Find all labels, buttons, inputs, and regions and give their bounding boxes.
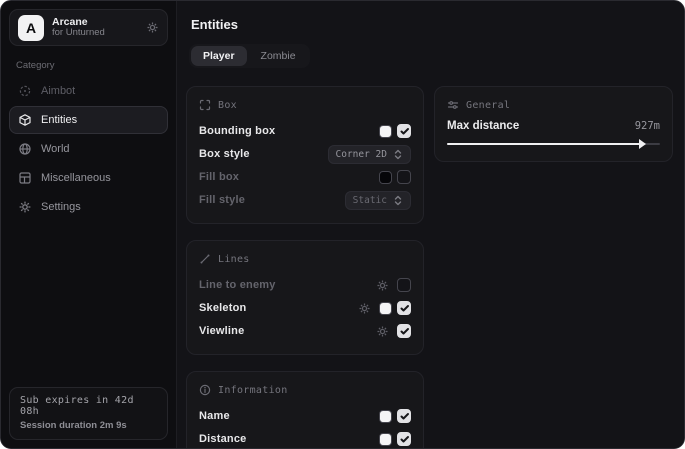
entities-cube-icon bbox=[18, 113, 32, 127]
session-duration-text: Session duration 2m 9s bbox=[20, 420, 157, 431]
sidebar-item-aimbot[interactable]: Aimbot bbox=[9, 77, 168, 105]
row-label: Line to enemy bbox=[199, 279, 376, 291]
bounding-box-checkbox[interactable] bbox=[397, 124, 411, 138]
check-icon bbox=[399, 326, 410, 336]
distance-checkbox[interactable] bbox=[397, 432, 411, 446]
select-value: Corner 2D bbox=[336, 149, 387, 160]
row-label: Fill box bbox=[199, 171, 379, 183]
chevrons-up-down-icon bbox=[393, 149, 403, 160]
line-settings-gear-icon[interactable] bbox=[376, 279, 389, 292]
sidebar-item-label: World bbox=[41, 143, 70, 155]
name-checkbox[interactable] bbox=[397, 409, 411, 423]
subscription-status-card: Sub expires in 42d 08h Session duration … bbox=[9, 387, 168, 440]
main-content: Entities Player Zombie Box bbox=[177, 1, 685, 448]
sliders-icon bbox=[447, 99, 459, 111]
row-fill-box: Fill box bbox=[199, 166, 411, 188]
line-to-enemy-checkbox[interactable] bbox=[397, 278, 411, 292]
sidebar-item-entities[interactable]: Entities bbox=[9, 106, 168, 134]
brand-text: Arcane for Unturned bbox=[52, 16, 138, 39]
information-card: Information Name Distance bbox=[186, 371, 424, 449]
card-title: Information bbox=[218, 385, 288, 396]
row-label: Fill style bbox=[199, 194, 345, 206]
box-style-select[interactable]: Corner 2D bbox=[328, 145, 411, 164]
viewline-settings-gear-icon[interactable] bbox=[376, 325, 389, 338]
skeleton-checkbox[interactable] bbox=[397, 301, 411, 315]
chevrons-up-down-icon bbox=[393, 195, 403, 206]
check-icon bbox=[399, 434, 410, 444]
row-label: Skeleton bbox=[199, 302, 358, 314]
max-distance-label: Max distance bbox=[447, 120, 635, 132]
app-logo: A bbox=[18, 15, 44, 41]
card-title: Box bbox=[218, 100, 237, 111]
slider-thumb[interactable] bbox=[639, 139, 646, 149]
info-icon bbox=[199, 384, 211, 396]
entity-tabs: Player Zombie bbox=[189, 44, 310, 68]
row-bounding-box: Bounding box bbox=[199, 120, 411, 142]
row-max-distance: Max distance 927m bbox=[447, 120, 660, 132]
sub-expiry-text: Sub expires in 42d 08h bbox=[20, 395, 157, 417]
select-value: Static bbox=[353, 195, 387, 206]
color-swatch[interactable] bbox=[379, 433, 392, 446]
check-icon bbox=[399, 126, 410, 136]
sidebar-item-label: Miscellaneous bbox=[41, 172, 111, 184]
row-distance: Distance bbox=[199, 428, 411, 449]
tab-player[interactable]: Player bbox=[191, 46, 247, 66]
box-card: Box Bounding box Box style bbox=[186, 86, 424, 224]
check-icon bbox=[399, 303, 410, 313]
color-swatch[interactable] bbox=[379, 171, 392, 184]
page-title: Entities bbox=[191, 17, 673, 32]
row-line-to-enemy: Line to enemy bbox=[199, 274, 411, 296]
row-label: Name bbox=[199, 410, 379, 422]
row-fill-style: Fill style Static bbox=[199, 189, 411, 211]
row-viewline: Viewline bbox=[199, 320, 411, 342]
globe-icon bbox=[18, 142, 32, 156]
brand-gear-icon[interactable] bbox=[146, 21, 159, 34]
card-title: General bbox=[466, 100, 510, 111]
lines-card: Lines Line to enemy bbox=[186, 240, 424, 355]
card-title: Lines bbox=[218, 254, 250, 265]
tab-zombie[interactable]: Zombie bbox=[249, 46, 308, 66]
sidebar-nav: Aimbot Entities World bbox=[9, 77, 168, 221]
sidebar-item-label: Entities bbox=[41, 114, 77, 126]
app-window: A Arcane for Unturned Category Aimbot bbox=[0, 0, 685, 449]
sidebar-item-label: Settings bbox=[41, 201, 81, 213]
check-icon bbox=[399, 411, 410, 421]
row-label: Viewline bbox=[199, 325, 376, 337]
max-distance-slider[interactable] bbox=[447, 139, 660, 149]
sidebar-item-settings[interactable]: Settings bbox=[9, 193, 168, 221]
diagonal-line-icon bbox=[199, 253, 211, 265]
max-distance-value: 927m bbox=[635, 120, 660, 132]
sidebar-item-world[interactable]: World bbox=[9, 135, 168, 163]
row-label: Bounding box bbox=[199, 125, 379, 137]
row-skeleton: Skeleton bbox=[199, 297, 411, 319]
app-subtitle: for Unturned bbox=[52, 28, 138, 39]
crosshair-icon bbox=[18, 84, 32, 98]
sidebar: A Arcane for Unturned Category Aimbot bbox=[1, 1, 177, 448]
brand-card: A Arcane for Unturned bbox=[9, 9, 168, 46]
row-label: Box style bbox=[199, 148, 328, 160]
color-swatch[interactable] bbox=[379, 302, 392, 315]
gear-icon bbox=[18, 200, 32, 214]
color-swatch[interactable] bbox=[379, 125, 392, 138]
sidebar-item-miscellaneous[interactable]: Miscellaneous bbox=[9, 164, 168, 192]
row-box-style: Box style Corner 2D bbox=[199, 143, 411, 165]
row-label: Distance bbox=[199, 433, 379, 445]
category-label: Category bbox=[16, 60, 168, 71]
general-card: General Max distance 927m bbox=[434, 86, 673, 162]
sidebar-item-label: Aimbot bbox=[41, 85, 75, 97]
slider-fill bbox=[447, 143, 643, 145]
color-swatch[interactable] bbox=[379, 410, 392, 423]
fill-style-select[interactable]: Static bbox=[345, 191, 411, 210]
skeleton-settings-gear-icon[interactable] bbox=[358, 302, 371, 315]
row-name: Name bbox=[199, 405, 411, 427]
scan-box-icon bbox=[199, 99, 211, 111]
viewline-checkbox[interactable] bbox=[397, 324, 411, 338]
grid-icon bbox=[18, 171, 32, 185]
fill-box-checkbox[interactable] bbox=[397, 170, 411, 184]
